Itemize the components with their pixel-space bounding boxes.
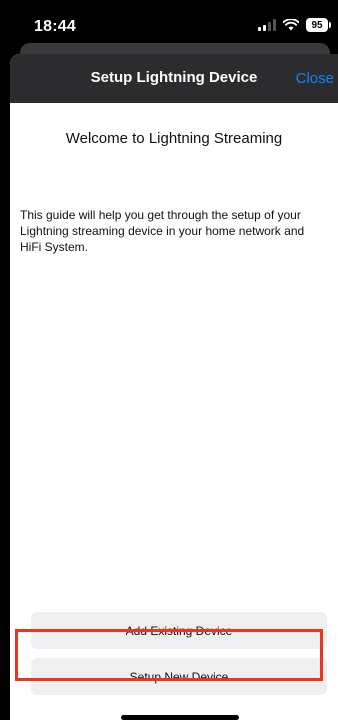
status-time: 18:44 [34,18,76,35]
setup-new-device-button[interactable]: Setup New Device [31,658,327,695]
welcome-heading: Welcome to Lightning Streaming [65,130,283,147]
wifi-icon [283,19,299,31]
battery-icon: 95 [306,18,331,32]
page-title: Setup Lightning Device [90,69,258,86]
cellular-signal-icon [258,19,276,31]
add-existing-device-button[interactable]: Add Existing Device [31,612,327,649]
status-bar: 18:44 95 [0,0,338,44]
setup-sheet: Setup Lightning Device Close Welcome to … [10,54,338,720]
close-button[interactable]: Close [296,70,334,87]
status-icons: 95 [258,18,331,32]
battery-level: 95 [311,19,323,31]
navigation-bar: Setup Lightning Device Close [10,54,338,103]
guide-text: This guide will help you get through the… [20,208,305,254]
home-indicator [121,715,239,720]
